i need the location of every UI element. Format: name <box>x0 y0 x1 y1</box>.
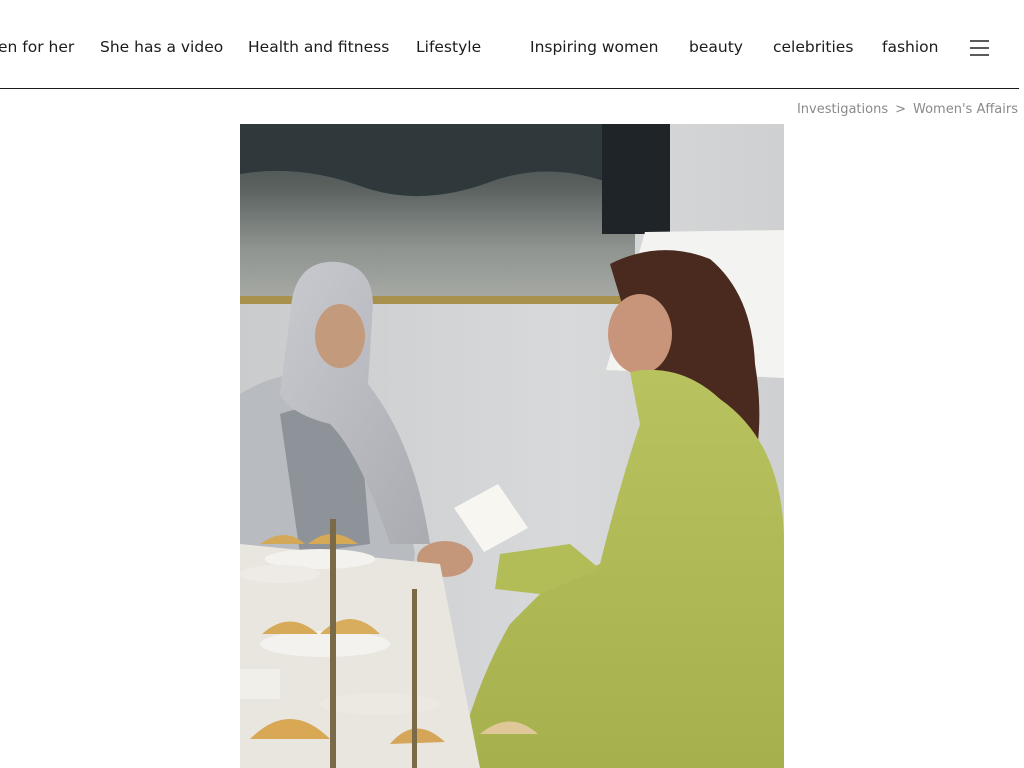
breadcrumb-investigations[interactable]: Investigations <box>797 102 888 117</box>
nav-item-health-fitness[interactable]: Health and fitness <box>248 37 389 57</box>
nav-item-women-for-her[interactable]: en for her <box>0 37 74 57</box>
nav-item-celebrities[interactable]: celebrities <box>773 37 853 57</box>
breadcrumb-womens-affairs[interactable]: Women's Affairs <box>913 102 1018 117</box>
nav-item-video[interactable]: She has a video <box>100 37 223 57</box>
nav-item-lifestyle[interactable]: Lifestyle <box>416 37 481 57</box>
breadcrumb: Investigations > Women's Affairs <box>797 102 1018 117</box>
top-navigation: en for her She has a video Health and fi… <box>0 0 1019 89</box>
breadcrumb-separator: > <box>895 102 907 117</box>
nav-item-beauty[interactable]: beauty <box>689 37 743 57</box>
article-photo <box>240 124 784 768</box>
nav-item-fashion[interactable]: fashion <box>882 37 938 57</box>
hamburger-menu-icon[interactable] <box>970 40 989 56</box>
nav-item-inspiring-women[interactable]: Inspiring women <box>530 37 659 57</box>
